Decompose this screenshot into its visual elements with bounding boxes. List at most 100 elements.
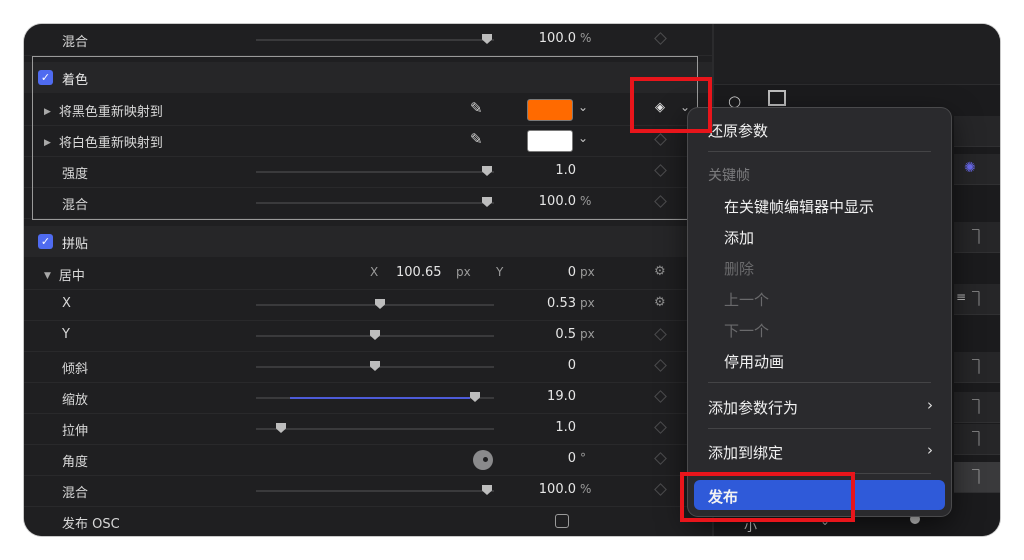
right-panel-row: [954, 116, 1000, 147]
center-x-label: X: [370, 265, 379, 279]
right-panel-row: ⏋: [954, 392, 1000, 423]
param-unit: px: [580, 296, 595, 310]
lock-icon[interactable]: ⏋: [972, 227, 986, 247]
section-title: 拼贴: [62, 237, 89, 252]
param-value[interactable]: 100.0: [496, 482, 576, 497]
slider-knob[interactable]: [482, 485, 492, 495]
param-row-mix-tile: 混合 100.0 %: [24, 475, 712, 507]
param-value[interactable]: 0.53: [496, 296, 576, 311]
keyframe-diamond-icon[interactable]: [654, 359, 667, 372]
stretch-slider[interactable]: [256, 423, 494, 433]
right-panel-header: ○: [714, 24, 1000, 110]
param-row-y: Y 0.5 px: [24, 320, 712, 352]
stack-icon: ≡: [956, 290, 967, 304]
colorize-selection-outline: [32, 56, 698, 220]
param-label: X: [62, 296, 71, 311]
scale-slider[interactable]: [256, 392, 494, 402]
gear-icon[interactable]: ⚙: [654, 295, 666, 310]
param-label: ▼ 居中: [44, 269, 85, 284]
right-panel-row: ≡ ⏋: [954, 284, 1000, 315]
param-label: 发布 OSC: [62, 517, 120, 532]
filter-inspector: 混合 100.0 % ✓ 着色 ▶ 将黑色重新映射到 ✎ ⌄ ◈ ⌄ ▶ 将白色重新…: [24, 24, 712, 536]
menu-item-reset-parameter[interactable]: 还原参数: [708, 120, 768, 141]
param-label: 缩放: [62, 393, 89, 408]
param-row-stretch: 拉伸 1.0: [24, 413, 712, 445]
annotation-box-publish-item: [680, 472, 855, 522]
center-x-unit: px: [456, 265, 471, 279]
param-unit: %: [580, 31, 592, 45]
menu-item-previous-keyframe: 上一个: [724, 291, 770, 309]
param-value[interactable]: 0: [496, 358, 576, 373]
menu-item-delete-keyframe: 删除: [724, 260, 755, 278]
lock-icon[interactable]: ⏋: [972, 357, 986, 377]
inspector-window: 混合 100.0 % ✓ 着色 ▶ 将黑色重新映射到 ✎ ⌄ ◈ ⌄ ▶ 将白色重新…: [24, 24, 1000, 536]
lock-icon[interactable]: ⏋: [972, 289, 986, 309]
param-label: 倾斜: [62, 362, 89, 377]
param-row-x: X 0.53 px ⚙: [24, 289, 712, 321]
slider-knob[interactable]: [370, 330, 380, 340]
param-value[interactable]: 100.0: [496, 31, 576, 46]
right-panel-row: ⏋: [954, 424, 1000, 455]
right-panel-row: ⏋: [954, 352, 1000, 383]
x-slider[interactable]: [256, 299, 494, 309]
param-row-publish-osc: 发布 OSC: [24, 506, 712, 536]
publish-osc-checkbox[interactable]: [555, 514, 569, 528]
param-value[interactable]: 1.0: [496, 420, 576, 435]
chevron-right-icon: ›: [927, 441, 933, 459]
slider-knob[interactable]: [370, 361, 380, 371]
right-panel-row: ⏋: [954, 222, 1000, 253]
param-row-mix-top: 混合 100.0 %: [24, 24, 712, 56]
center-x-value[interactable]: 100.65: [396, 265, 442, 280]
param-unit: °: [580, 451, 586, 465]
lock-icon[interactable]: ⏋: [972, 429, 986, 449]
param-label: 混合: [62, 486, 89, 501]
param-unit: %: [580, 482, 592, 496]
keyframe-diamond-icon[interactable]: [654, 421, 667, 434]
lock-icon[interactable]: ⏋: [972, 467, 986, 487]
keyframe-diamond-icon[interactable]: [654, 32, 667, 45]
menu-separator: [708, 428, 931, 429]
menu-item-disable-animation[interactable]: 停用动画: [724, 351, 784, 372]
right-panel-row-selected: ⏋: [954, 462, 1000, 493]
settings-icon[interactable]: ✺: [964, 160, 976, 176]
checkbox-checked-icon[interactable]: ✓: [38, 234, 53, 249]
keyframe-diamond-icon[interactable]: [654, 452, 667, 465]
y-slider[interactable]: [256, 330, 494, 340]
menu-item-next-keyframe: 下一个: [724, 322, 770, 340]
chevron-right-icon: ›: [927, 396, 933, 414]
angle-dial[interactable]: [473, 450, 493, 470]
param-value[interactable]: 19.0: [496, 389, 576, 404]
slider-knob[interactable]: [482, 34, 492, 44]
menu-item-add-parameter-behavior[interactable]: 添加参数行为: [708, 397, 798, 418]
slider-knob[interactable]: [276, 423, 286, 433]
param-label: 拉伸: [62, 424, 89, 439]
section-tile: ✓ 拼贴: [24, 226, 712, 257]
skew-slider[interactable]: [256, 361, 494, 371]
param-unit: px: [580, 327, 595, 341]
param-row-angle: 角度 0 °: [24, 444, 712, 476]
mix-slider[interactable]: [256, 34, 494, 44]
gear-icon[interactable]: ⚙: [654, 264, 666, 279]
param-row-skew: 倾斜 0: [24, 351, 712, 383]
param-label: 角度: [62, 455, 89, 470]
keyframe-context-menu: 还原参数 关键帧 在关键帧编辑器中显示 添加 删除 上一个 下一个 停用动画 添…: [688, 108, 951, 516]
param-label: 混合: [62, 35, 89, 50]
center-y-value[interactable]: 0: [496, 265, 576, 280]
slider-knob[interactable]: [470, 392, 480, 402]
mix-slider[interactable]: [256, 485, 494, 495]
param-row-scale: 缩放 19.0: [24, 382, 712, 414]
keyframe-diamond-icon[interactable]: [654, 483, 667, 496]
keyframe-diamond-icon[interactable]: [654, 390, 667, 403]
keyframe-diamond-icon[interactable]: [654, 328, 667, 341]
menu-item-add-keyframe[interactable]: 添加: [724, 227, 754, 248]
param-value[interactable]: 0.5: [496, 327, 576, 342]
disclosure-triangle-icon[interactable]: ▼: [44, 271, 51, 281]
layout-icon[interactable]: [768, 90, 786, 106]
slider-fill: [290, 397, 470, 399]
slider-knob[interactable]: [375, 299, 385, 309]
param-value[interactable]: 0: [496, 451, 576, 466]
menu-separator: [708, 151, 931, 152]
menu-item-show-in-keyframe-editor[interactable]: 在关键帧编辑器中显示: [724, 196, 874, 217]
lock-icon[interactable]: ⏋: [972, 397, 986, 417]
menu-item-add-to-rig[interactable]: 添加到绑定: [708, 442, 783, 463]
